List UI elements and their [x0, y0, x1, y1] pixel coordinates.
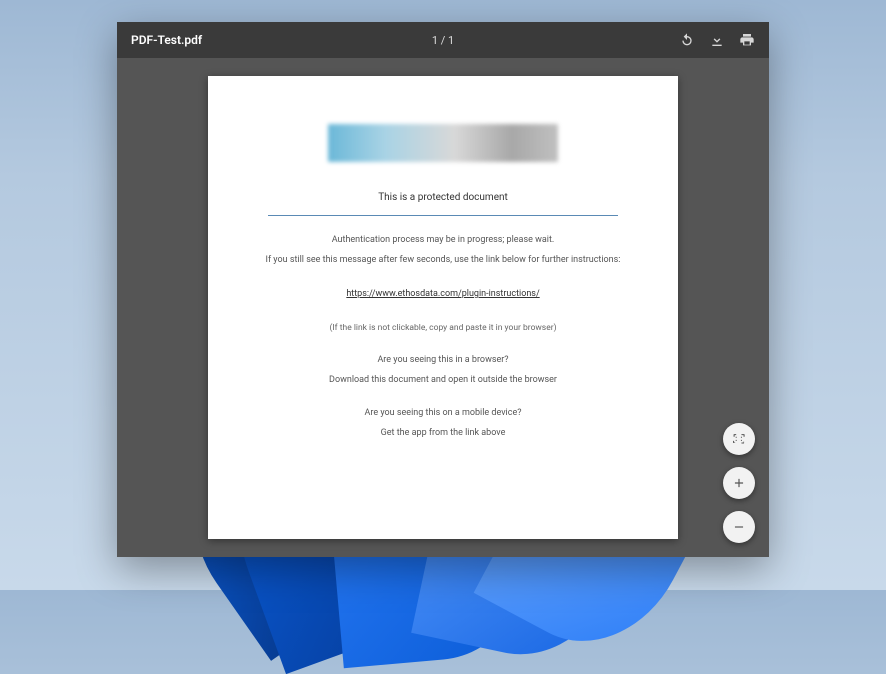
- auth-progress-text: Authentication process may be in progres…: [248, 234, 638, 248]
- pdf-filename: PDF-Test.pdf: [131, 33, 202, 47]
- download-icon[interactable]: [709, 32, 725, 48]
- zoom-in-button[interactable]: [723, 467, 755, 499]
- pdf-viewer-body[interactable]: This is a protected document Authenticat…: [117, 58, 769, 557]
- browser-block: Are you seeing this in a browser? Downlo…: [248, 354, 638, 387]
- zoom-out-button[interactable]: [723, 511, 755, 543]
- toolbar-actions: [679, 32, 755, 48]
- mobile-block: Are you seeing this on a mobile device? …: [248, 407, 638, 440]
- fit-page-button[interactable]: [723, 423, 755, 455]
- mobile-answer: Get the app from the link above: [248, 427, 638, 441]
- link-block: https://www.ethosdata.com/plugin-instruc…: [248, 287, 638, 302]
- copy-note-block: (If the link is not clickable, copy and …: [248, 322, 638, 335]
- rotate-icon[interactable]: [679, 32, 695, 48]
- plugin-instructions-link[interactable]: https://www.ethosdata.com/plugin-instruc…: [346, 289, 539, 299]
- zoom-controls: [723, 423, 755, 543]
- pdf-viewer-window: PDF-Test.pdf 1 / 1 This is a protected d…: [117, 22, 769, 557]
- page-indicator: 1 / 1: [432, 34, 454, 47]
- browser-question: Are you seeing this in a browser?: [248, 354, 638, 368]
- browser-answer: Download this document and open it outsi…: [248, 374, 638, 388]
- title-divider: [268, 215, 618, 216]
- instruction-text: If you still see this message after few …: [248, 254, 638, 268]
- auth-block: Authentication process may be in progres…: [248, 234, 638, 267]
- redacted-banner: [328, 124, 558, 162]
- pdf-page: This is a protected document Authenticat…: [208, 76, 678, 539]
- protected-doc-title: This is a protected document: [248, 190, 638, 205]
- pdf-toolbar: PDF-Test.pdf 1 / 1: [117, 22, 769, 58]
- copy-note-text: (If the link is not clickable, copy and …: [248, 322, 638, 335]
- mobile-question: Are you seeing this on a mobile device?: [248, 407, 638, 421]
- print-icon[interactable]: [739, 32, 755, 48]
